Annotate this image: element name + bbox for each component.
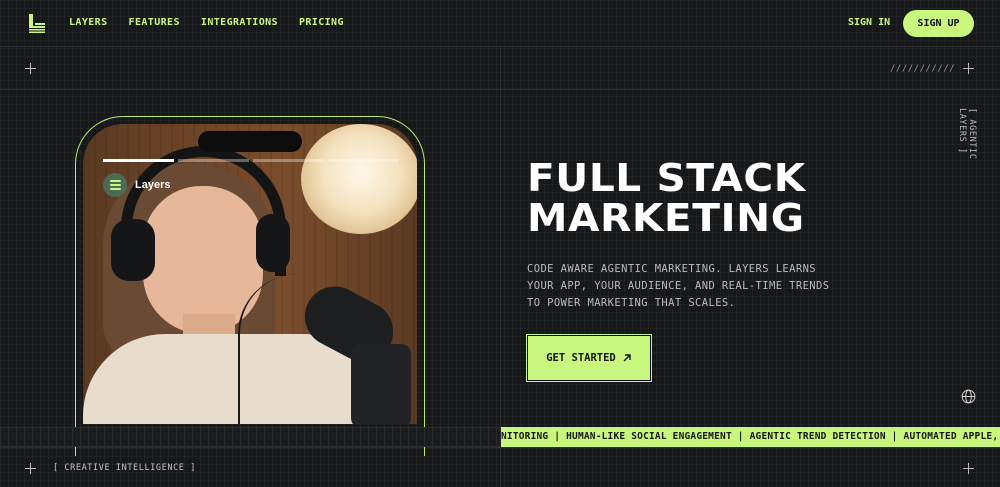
plus-icon	[963, 463, 974, 474]
plus-icon	[963, 63, 974, 74]
get-started-label: GET STARTED	[546, 352, 616, 364]
hero-title-line-2: MARKETING	[527, 196, 805, 240]
nav-link-features[interactable]: FEATURES	[129, 17, 180, 28]
ticker-track-empty	[0, 427, 500, 447]
story-progress-segment	[253, 159, 324, 162]
decorative-slashes: ///////////	[890, 64, 956, 74]
arrow-up-right-icon	[623, 354, 631, 362]
globe-icon[interactable]	[961, 389, 976, 404]
headphones-earcup	[111, 219, 155, 281]
agentic-layers-label: [ AGENTIC LAYERS ]	[957, 108, 977, 160]
hero-title: FULL STACK MARKETING	[527, 158, 806, 238]
nav-links: LAYERS FEATURES INTEGRATIONS PRICING	[69, 17, 344, 28]
phone-notch	[198, 131, 302, 152]
story-progress-segment	[178, 159, 249, 162]
paper-lamp	[301, 124, 417, 234]
sign-in-link[interactable]: SIGN IN	[848, 17, 890, 28]
microphone-arm	[351, 344, 411, 424]
hero-description: CODE AWARE AGENTIC MARKETING. LAYERS LEA…	[527, 263, 830, 309]
nav-link-pricing[interactable]: PRICING	[299, 17, 344, 28]
phone-screen-video[interactable]: Layers	[83, 124, 417, 424]
sign-up-button[interactable]: SIGN UP	[903, 10, 974, 37]
plus-icon	[25, 63, 36, 74]
layers-badge-icon	[103, 173, 127, 197]
headphones-earcup	[256, 214, 290, 272]
story-progress-bar	[103, 159, 399, 162]
layers-logo-icon[interactable]	[26, 13, 46, 33]
plus-icon	[25, 463, 36, 474]
creative-intelligence-label: [ CREATIVE INTELLIGENCE ]	[53, 463, 196, 473]
story-progress-segment	[103, 159, 174, 162]
profile-badge[interactable]: Layers	[103, 173, 170, 197]
get-started-button[interactable]: GET STARTED	[526, 334, 652, 382]
nav-link-layers[interactable]: LAYERS	[69, 17, 108, 28]
grid-divider-vertical	[500, 47, 501, 487]
ticker-text: NITORING | HUMAN-LIKE SOCIAL ENGAGEMENT …	[501, 431, 1000, 442]
nav-link-integrations[interactable]: INTEGRATIONS	[201, 17, 278, 28]
story-progress-segment	[328, 159, 399, 162]
feature-ticker: NITORING | HUMAN-LIKE SOCIAL ENGAGEMENT …	[501, 427, 1000, 447]
hero-title-line-1: FULL STACK	[527, 156, 806, 200]
profile-name: Layers	[135, 179, 171, 191]
top-nav: LAYERS FEATURES INTEGRATIONS PRICING SIG…	[0, 0, 1000, 47]
